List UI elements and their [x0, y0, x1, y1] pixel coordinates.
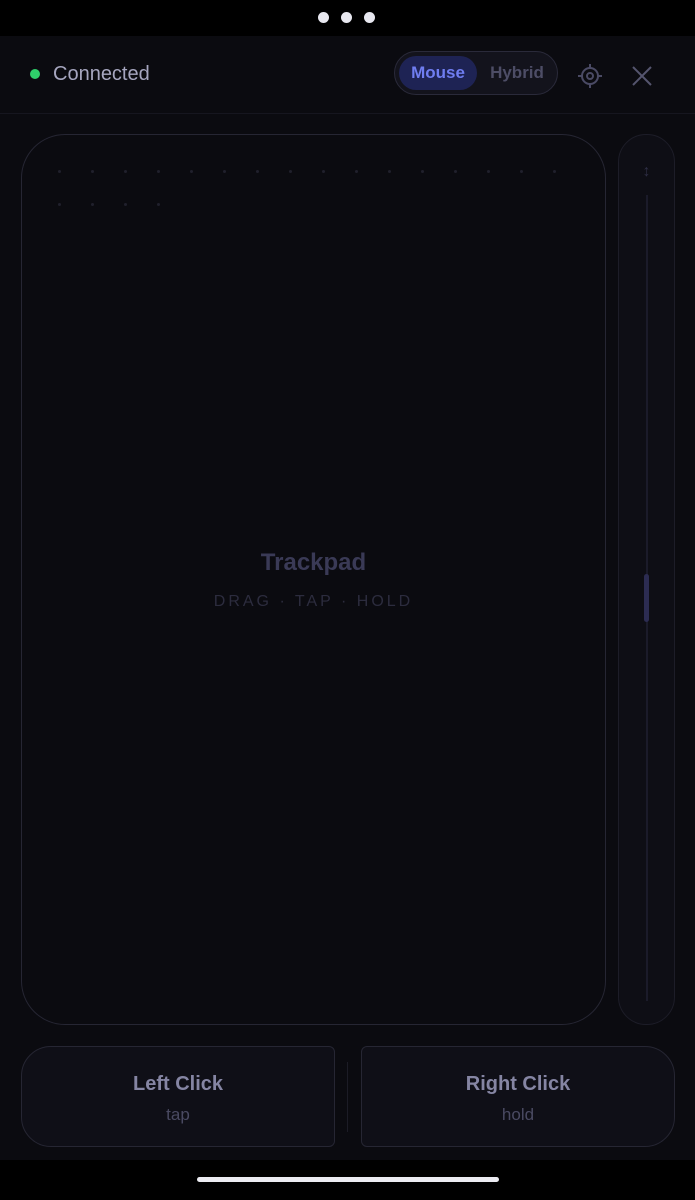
app-container: Connected Mouse Hybrid Trackpad DRAG · T… [0, 36, 695, 1160]
home-indicator[interactable] [197, 1177, 499, 1182]
trackpad-title: Trackpad [260, 549, 367, 576]
grid-dot [124, 203, 127, 206]
grid-dot [157, 203, 160, 206]
left-click-hint: tap [166, 1105, 190, 1124]
grid-dot [289, 170, 292, 173]
grid-dot [223, 170, 226, 173]
grid-dot [454, 170, 457, 173]
grid-dot [256, 170, 259, 173]
trackpad-dot-grid [58, 170, 578, 220]
mode-mouse-button[interactable]: Mouse [399, 56, 477, 90]
home-bar [0, 1160, 695, 1200]
grid-dot [157, 170, 160, 173]
grid-dot [322, 170, 325, 173]
grid-dot [190, 170, 193, 173]
grid-dot [58, 203, 61, 206]
gear-icon[interactable] [577, 63, 603, 89]
grid-dot [355, 170, 358, 173]
scroll-strip[interactable]: ↕ [618, 134, 675, 1025]
left-click-button[interactable]: Left Click tap [21, 1046, 335, 1147]
trackpad-area[interactable]: Trackpad DRAG · TAP · HOLD [21, 134, 606, 1025]
grid-dot [58, 170, 61, 173]
connection-status-label: Connected [53, 63, 150, 85]
trackpad-hint: DRAG · TAP · HOLD [213, 593, 414, 610]
grid-dot [91, 203, 94, 206]
left-click-label: Left Click [132, 1073, 224, 1095]
status-bar [0, 0, 695, 36]
more-dots-icon[interactable] [318, 12, 375, 23]
right-click-hint: hold [501, 1105, 535, 1124]
right-click-label: Right Click [465, 1073, 571, 1095]
mode-hybrid-button[interactable]: Hybrid [479, 56, 555, 90]
scroll-thumb[interactable] [644, 574, 649, 622]
button-divider [347, 1062, 348, 1132]
scroll-arrows-icon: ↕ [642, 163, 651, 180]
connection-status-dot [30, 69, 40, 79]
grid-dot [421, 170, 424, 173]
grid-dot [520, 170, 523, 173]
grid-dot [487, 170, 490, 173]
header: Connected Mouse Hybrid [0, 36, 695, 114]
mode-toggle: Mouse Hybrid [394, 51, 558, 95]
close-icon[interactable] [630, 64, 654, 88]
grid-dot [553, 170, 556, 173]
right-click-button[interactable]: Right Click hold [361, 1046, 675, 1147]
grid-dot [91, 170, 94, 173]
grid-dot [388, 170, 391, 173]
grid-dot [124, 170, 127, 173]
